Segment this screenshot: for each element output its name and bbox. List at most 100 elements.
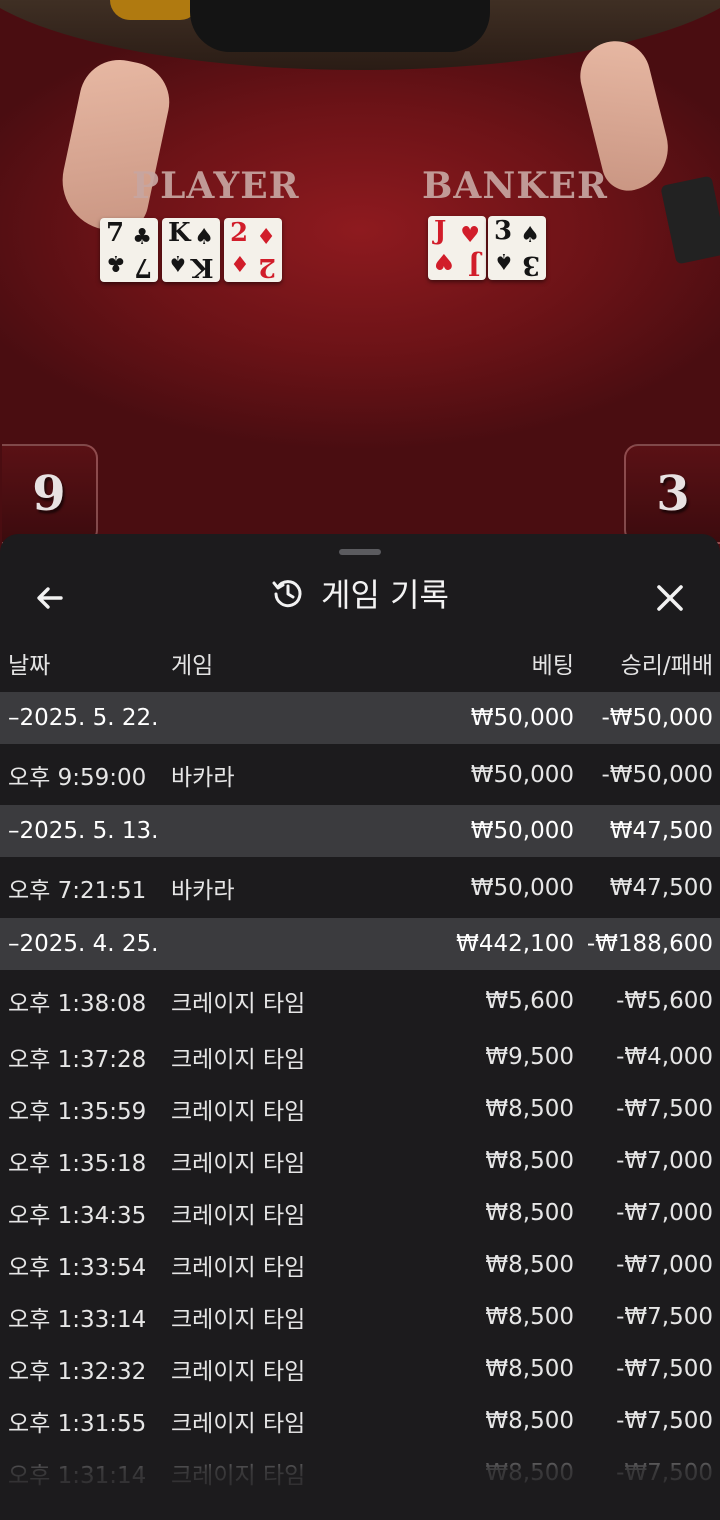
history-row[interactable]: 오후 1:38:08 크레이지 타임 ₩5,600 -₩5,600 bbox=[0, 970, 720, 1031]
row-game: 크레이지 타임 bbox=[171, 1411, 306, 1437]
card-rank-inverted: 3 bbox=[521, 250, 540, 280]
card-suit: ♠ bbox=[520, 222, 540, 248]
history-row[interactable]: 오후 1:37:28 크레이지 타임 ₩9,500 -₩4,000 bbox=[0, 1031, 720, 1083]
row-game: 크레이지 타임 bbox=[171, 1203, 306, 1229]
card-suit-inverted: ♥ bbox=[434, 248, 454, 274]
row-bet: ₩8,500 bbox=[485, 1460, 574, 1486]
row-date: 오후 1:35:59 bbox=[8, 1099, 147, 1125]
close-button[interactable] bbox=[644, 572, 696, 624]
card-rank-inverted: 2 bbox=[257, 252, 276, 282]
row-date: 오후 1:35:18 bbox=[8, 1151, 147, 1177]
row-bet: ₩50,000 bbox=[470, 818, 574, 844]
card-suit: ♠ bbox=[194, 224, 214, 250]
row-bet: ₩9,500 bbox=[485, 1044, 574, 1070]
history-row[interactable]: 오후 1:33:14 크레이지 타임 ₩8,500 -₩7,500 bbox=[0, 1291, 720, 1343]
row-bet: ₩8,500 bbox=[485, 1148, 574, 1174]
banker-label: BANKER bbox=[422, 165, 608, 207]
playing-card: 3 ♠ 3 ♠ bbox=[488, 216, 546, 280]
card-rank: K bbox=[168, 218, 191, 248]
row-result: ₩47,500 bbox=[609, 818, 713, 844]
card-rank: 2 bbox=[230, 218, 249, 248]
history-row[interactable]: 오후 9:59:00 바카라 ₩50,000 -₩50,000 bbox=[0, 744, 720, 805]
row-date: 오후 1:31:55 bbox=[8, 1411, 147, 1437]
row-date: 오후 1:33:14 bbox=[8, 1307, 147, 1333]
history-row[interactable]: 오후 1:32:32 크레이지 타임 ₩8,500 -₩7,500 bbox=[0, 1343, 720, 1395]
card-suit: ♦ bbox=[256, 224, 276, 250]
row-bet: ₩50,000 bbox=[470, 761, 574, 788]
row-bet: ₩8,500 bbox=[485, 1408, 574, 1434]
history-row[interactable]: 오후 1:31:14 크레이지 타임 ₩8,500 -₩7,500 bbox=[0, 1447, 720, 1499]
card-rank-inverted: K bbox=[191, 252, 214, 282]
sheet-title: 게임 기록 bbox=[0, 570, 720, 616]
row-date: 오후 1:31:14 bbox=[8, 1463, 147, 1489]
row-game: 바카라 bbox=[171, 877, 235, 904]
row-game: 크레이지 타임 bbox=[171, 1463, 306, 1489]
card-rank: J bbox=[434, 216, 447, 246]
banker-score: 3 bbox=[624, 444, 720, 544]
row-result: -₩188,600 bbox=[586, 931, 713, 957]
card-rank-inverted: J bbox=[467, 250, 480, 280]
row-bet: ₩50,000 bbox=[470, 705, 574, 731]
row-result: -₩50,000 bbox=[601, 705, 713, 731]
live-table-view: PLAYER BANKER 7 ♣ 7 ♣ K ♠ K ♠ 2 ♦ 2 ♦ J ♥ J ♥ 3 ♠ 3 ♠ 9 3 bbox=[0, 0, 720, 560]
playing-card: 7 ♣ 7 ♣ bbox=[100, 218, 158, 282]
row-date: –2025. 5. 22. bbox=[8, 705, 159, 731]
column-header-game: 게임 bbox=[171, 653, 214, 679]
row-result: -₩7,000 bbox=[616, 1200, 713, 1226]
row-date: 오후 1:32:32 bbox=[8, 1359, 147, 1385]
row-game: 바카라 bbox=[171, 764, 235, 791]
row-result: -₩7,500 bbox=[616, 1304, 713, 1330]
player-score: 9 bbox=[2, 444, 98, 544]
history-date-group-row[interactable]: –2025. 5. 13. ₩50,000 ₩47,500 bbox=[0, 805, 720, 857]
row-bet: ₩8,500 bbox=[485, 1304, 574, 1330]
row-result: -₩7,500 bbox=[616, 1460, 713, 1486]
card-suit: ♥ bbox=[460, 222, 480, 248]
playing-card: 2 ♦ 2 ♦ bbox=[224, 218, 282, 282]
row-date: 오후 9:59:00 bbox=[8, 764, 147, 791]
player-label: PLAYER bbox=[132, 165, 300, 207]
sheet-drag-handle[interactable] bbox=[339, 549, 381, 555]
history-date-group-row[interactable]: –2025. 5. 22. ₩50,000 -₩50,000 bbox=[0, 692, 720, 744]
game-history-sheet: 게임 기록 날짜 게임 베팅 승리/패배 –2025. 5. 22. ₩50,00… bbox=[0, 534, 720, 1520]
card-rank: 7 bbox=[106, 218, 125, 248]
row-result: ₩47,500 bbox=[609, 874, 713, 901]
column-header-date: 날짜 bbox=[8, 653, 51, 679]
history-row[interactable]: 오후 1:34:35 크레이지 타임 ₩8,500 -₩7,000 bbox=[0, 1187, 720, 1239]
card-suit: ♣ bbox=[132, 224, 152, 250]
sheet-title-text: 게임 기록 bbox=[321, 576, 449, 614]
row-bet: ₩50,000 bbox=[470, 874, 574, 901]
row-date: 오후 7:21:51 bbox=[8, 877, 147, 904]
row-date: 오후 1:34:35 bbox=[8, 1203, 147, 1229]
column-header-result: 승리/패배 bbox=[620, 653, 713, 679]
playing-card: J ♥ J ♥ bbox=[428, 216, 486, 280]
row-result: -₩7,500 bbox=[616, 1096, 713, 1122]
row-result: -₩7,000 bbox=[616, 1252, 713, 1278]
row-game: 크레이지 타임 bbox=[171, 1151, 306, 1177]
history-row[interactable]: 오후 1:31:55 크레이지 타임 ₩8,500 -₩7,500 bbox=[0, 1395, 720, 1447]
row-result: -₩5,600 bbox=[616, 987, 713, 1014]
row-date: 오후 1:37:28 bbox=[8, 1047, 147, 1073]
card-suit-inverted: ♣ bbox=[106, 250, 126, 276]
history-row[interactable]: 오후 7:21:51 바카라 ₩50,000 ₩47,500 bbox=[0, 857, 720, 918]
row-game: 크레이지 타임 bbox=[171, 1359, 306, 1385]
sheet-header: 게임 기록 bbox=[0, 564, 720, 624]
playing-card: K ♠ K ♠ bbox=[162, 218, 220, 282]
row-bet: ₩8,500 bbox=[485, 1200, 574, 1226]
dealer-shoulder bbox=[110, 0, 200, 20]
card-shoe bbox=[660, 175, 720, 265]
row-date: 오후 1:38:08 bbox=[8, 990, 147, 1017]
card-suit-inverted: ♠ bbox=[168, 250, 188, 276]
history-row[interactable]: 오후 1:35:59 크레이지 타임 ₩8,500 -₩7,500 bbox=[0, 1083, 720, 1135]
history-row[interactable]: 오후 1:35:18 크레이지 타임 ₩8,500 -₩7,000 bbox=[0, 1135, 720, 1187]
row-result: -₩7,500 bbox=[616, 1356, 713, 1382]
card-rank-inverted: 7 bbox=[133, 252, 152, 282]
card-rank: 3 bbox=[494, 216, 513, 246]
history-row[interactable]: 오후 1:33:54 크레이지 타임 ₩8,500 -₩7,000 bbox=[0, 1239, 720, 1291]
row-game: 크레이지 타임 bbox=[171, 1047, 306, 1073]
row-game: 크레이지 타임 bbox=[171, 1099, 306, 1125]
dealer-left-hand bbox=[53, 52, 177, 238]
card-suit-inverted: ♦ bbox=[230, 250, 250, 276]
history-date-group-row[interactable]: –2025. 4. 25. ₩442,100 -₩188,600 bbox=[0, 918, 720, 970]
history-list[interactable]: –2025. 5. 22. ₩50,000 -₩50,000 오후 9:59:00 바카… bbox=[0, 692, 720, 1499]
row-game: 크레이지 타임 bbox=[171, 990, 306, 1017]
